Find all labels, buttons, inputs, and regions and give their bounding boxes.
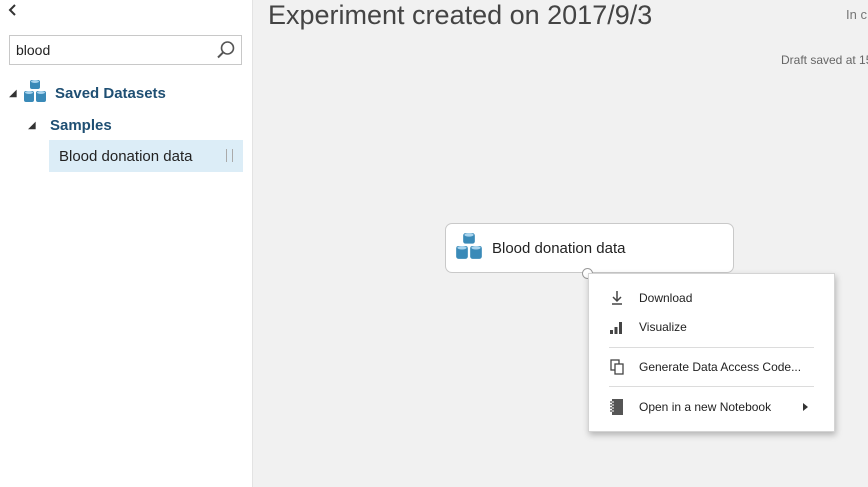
tree-label-samples: Samples [50,116,112,134]
search-icon[interactable] [216,40,236,60]
expand-triangle-icon[interactable]: ◢ [9,88,21,99]
menu-separator [609,386,814,387]
menu-item-generate-code[interactable]: Generate Data Access Code... [589,354,834,380]
menu-item-download[interactable]: Download [589,285,834,311]
search-input[interactable] [10,36,222,64]
submenu-arrow-icon [803,403,808,411]
menu-separator [609,347,814,348]
bar-chart-icon [609,318,625,336]
run-status-text: In c [846,7,867,22]
menu-label-generate-code: Generate Data Access Code... [639,360,802,374]
menu-item-visualize[interactable]: Visualize [589,314,834,340]
dataset-icon [23,79,47,108]
menu-label-visualize: Visualize [639,320,687,334]
dataset-sidebar: ◢ Saved Datasets ◢ Samples Blood donatio… [0,0,253,487]
dataset-item-label: Blood donation data [59,147,193,165]
notebook-icon [609,398,625,416]
menu-label-open-notebook: Open in a new Notebook [639,400,772,414]
dataset-icon [455,232,483,265]
experiment-title[interactable]: Experiment created on 2017/9/3 [268,0,652,31]
tree-node-samples[interactable]: ◢ Samples [28,114,112,136]
context-menu: Download Visualize Generate Data Access … [588,273,835,432]
drag-handle-icon[interactable] [226,149,233,162]
tree-label-saved-datasets: Saved Datasets [55,84,166,102]
search-box [9,35,242,65]
download-icon [609,289,625,307]
dataset-item-blood-donation[interactable]: Blood donation data [49,140,243,172]
draft-saved-status: Draft saved at 15 [781,53,868,67]
menu-item-open-notebook[interactable]: Open in a new Notebook [589,394,834,420]
dataset-module[interactable]: Blood donation data [445,223,734,273]
menu-label-download: Download [639,291,693,305]
copy-code-icon [609,358,625,376]
module-label: Blood donation data [492,239,626,257]
expand-triangle-icon[interactable]: ◢ [28,120,40,131]
tree-node-saved-datasets[interactable]: ◢ Saved Datasets [9,79,166,108]
chevron-left-icon[interactable] [7,2,23,22]
